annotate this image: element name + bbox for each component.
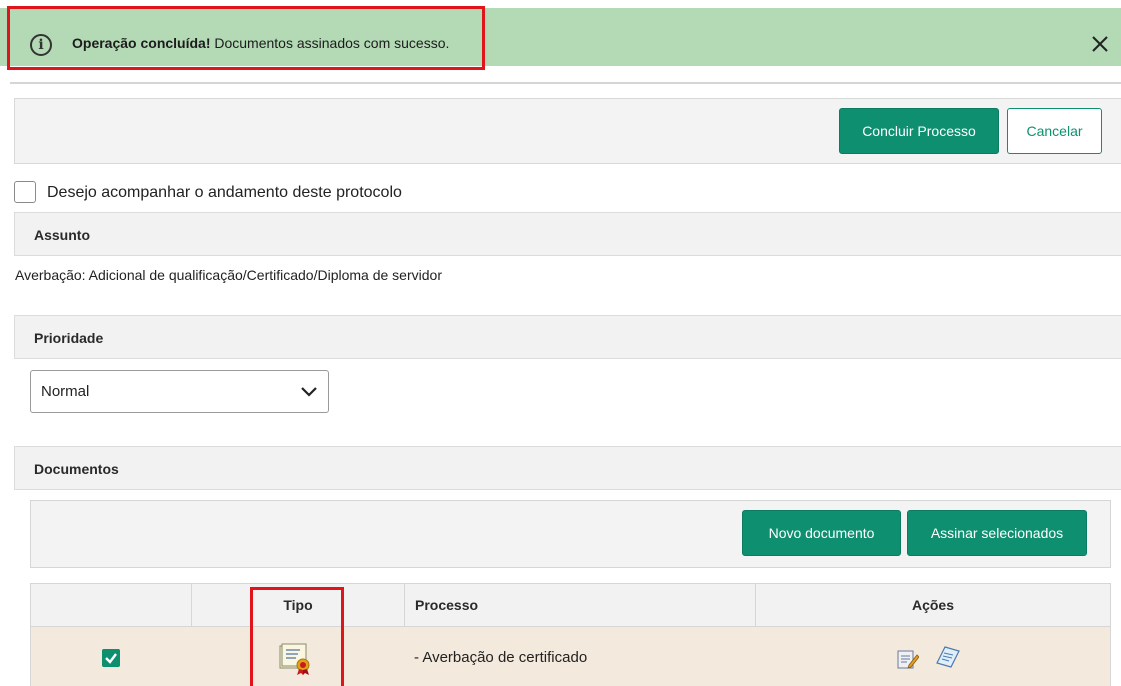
- edit-document-icon[interactable]: [897, 649, 919, 669]
- section-prioridade: Prioridade: [14, 315, 1121, 359]
- divider: [10, 82, 1121, 84]
- section-title-assunto: Assunto: [34, 227, 90, 243]
- priority-select[interactable]: Normal: [30, 370, 329, 413]
- tipo-highlight-box: [250, 587, 344, 686]
- row-select-checkbox[interactable]: [102, 649, 120, 667]
- priority-selected-value: Normal: [41, 383, 90, 400]
- section-assunto: Assunto: [14, 212, 1121, 256]
- follow-protocol-checkbox[interactable]: [14, 181, 36, 203]
- cancel-button[interactable]: Cancelar: [1007, 108, 1102, 154]
- documents-table-header: Tipo Processo Ações: [30, 583, 1111, 627]
- view-document-icon[interactable]: [935, 645, 961, 669]
- close-icon[interactable]: [1090, 32, 1110, 56]
- table-row: - Averbação de certificado: [30, 627, 1111, 686]
- column-header-select: [31, 584, 191, 626]
- section-title-documentos: Documentos: [34, 461, 119, 477]
- column-header-processo: Processo: [404, 584, 755, 626]
- section-documentos: Documentos: [14, 446, 1121, 490]
- alert-highlight-box: [7, 6, 485, 70]
- conclude-process-button[interactable]: Concluir Processo: [839, 108, 999, 154]
- chevron-down-icon: [301, 387, 317, 397]
- column-header-acoes: Ações: [755, 584, 1110, 626]
- section-title-prioridade: Prioridade: [34, 330, 104, 346]
- new-document-button[interactable]: Novo documento: [742, 510, 901, 556]
- assunto-value: Averbação: Adicional de qualificação/Cer…: [15, 267, 442, 283]
- row-processo: - Averbação de certificado: [414, 649, 588, 666]
- follow-protocol-label: Desejo acompanhar o andamento deste prot…: [47, 184, 402, 201]
- sign-selected-button[interactable]: Assinar selecionados: [907, 510, 1087, 556]
